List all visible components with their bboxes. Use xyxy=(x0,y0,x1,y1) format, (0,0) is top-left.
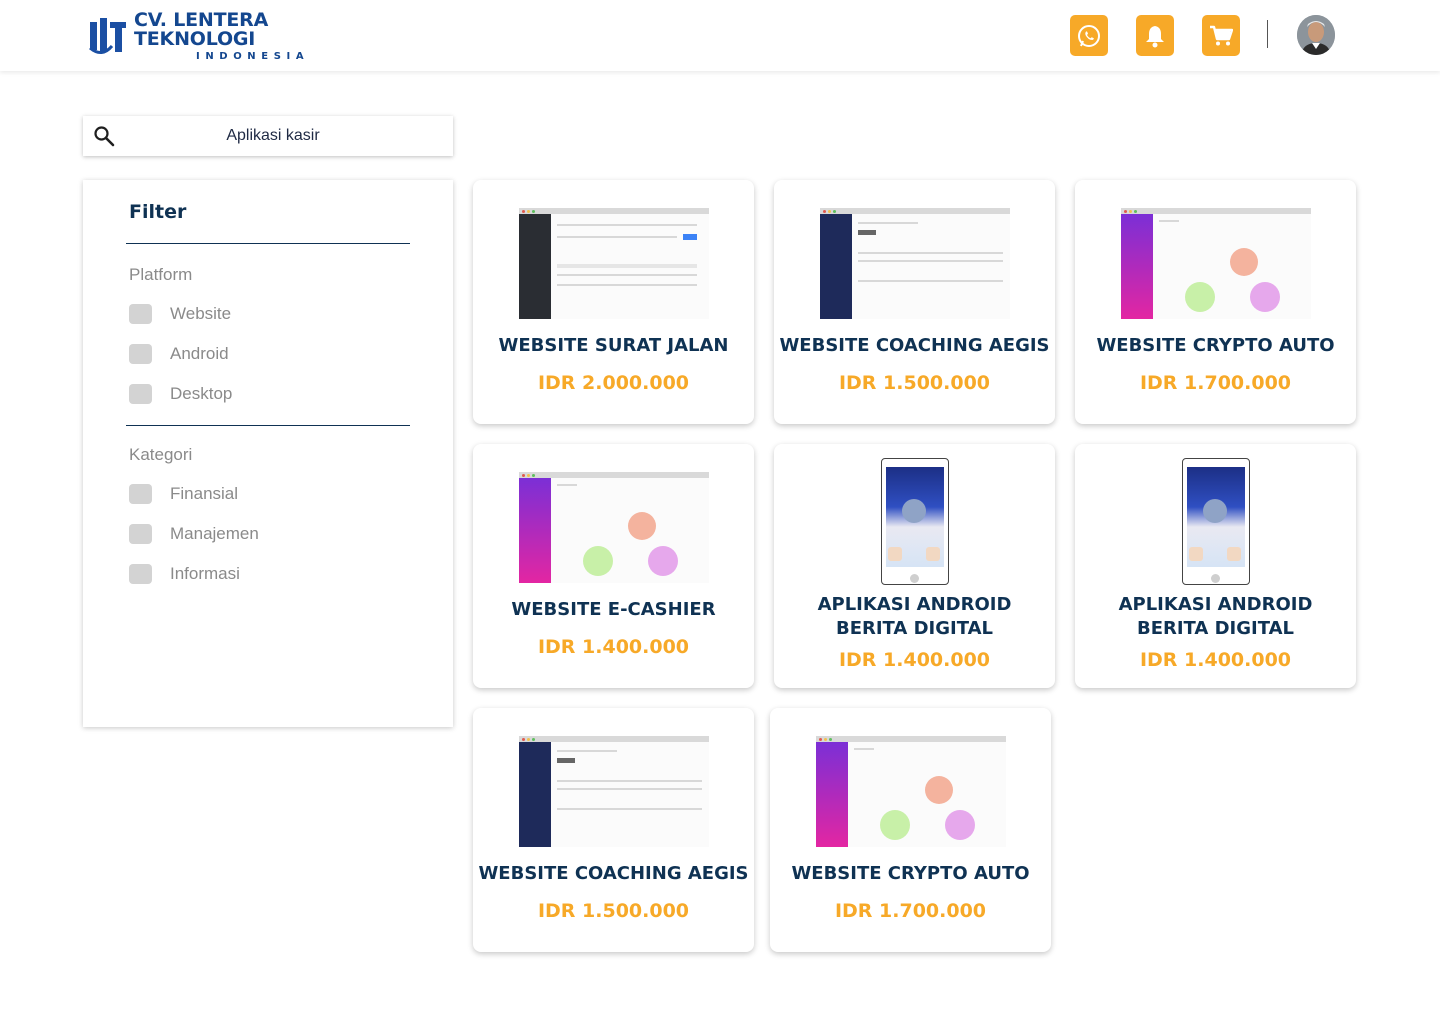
search-input[interactable] xyxy=(123,116,413,156)
company-logo[interactable]: CV. LENTERA TEKNOLOGI INDONESIA xyxy=(88,8,368,61)
filter-divider xyxy=(126,243,410,244)
filter-panel: Filter Platform Website Android Desktop … xyxy=(83,180,453,727)
filter-option-website[interactable]: Website xyxy=(129,303,231,325)
product-card[interactable]: WEBSITE COACHING AEGIS IDR 1.500.000 xyxy=(473,708,754,952)
option-label: Manajemen xyxy=(170,524,259,543)
product-thumbnail xyxy=(1121,208,1311,319)
option-label: Informasi xyxy=(170,564,240,583)
product-card[interactable]: APLIKASI ANDROID BERITA DIGITAL IDR 1.40… xyxy=(1075,444,1356,688)
category-heading: Kategori xyxy=(129,445,193,464)
product-title: WEBSITE COACHING AEGIS xyxy=(478,863,749,884)
search-bar xyxy=(83,116,453,156)
product-title: WEBSITE E-CASHIER xyxy=(511,599,716,620)
filter-option-android[interactable]: Android xyxy=(129,343,229,365)
product-thumbnail xyxy=(519,472,709,583)
product-thumbnail xyxy=(816,736,1006,847)
product-title: WEBSITE CRYPTO AUTO xyxy=(791,863,1030,884)
company-subtitle: INDONESIA xyxy=(196,50,310,62)
cart-button[interactable] xyxy=(1202,15,1240,56)
checkbox[interactable] xyxy=(129,524,152,544)
option-label: Android xyxy=(170,344,229,363)
logo-mark-icon xyxy=(88,16,128,56)
option-label: Finansial xyxy=(170,484,239,503)
product-thumbnail xyxy=(519,736,709,847)
product-title: WEBSITE CRYPTO AUTO xyxy=(1096,335,1335,356)
filter-divider xyxy=(126,425,410,426)
top-header: CV. LENTERA TEKNOLOGI INDONESIA xyxy=(0,0,1440,71)
product-price: IDR 1.400.000 xyxy=(838,649,991,671)
filter-title: Filter xyxy=(129,201,187,223)
product-card[interactable]: WEBSITE CRYPTO AUTO IDR 1.700.000 xyxy=(770,708,1051,952)
filter-option-finansial[interactable]: Finansial xyxy=(129,483,238,505)
product-thumbnail xyxy=(519,208,709,319)
product-card[interactable]: WEBSITE CRYPTO AUTO IDR 1.700.000 xyxy=(1075,180,1356,424)
checkbox[interactable] xyxy=(129,344,152,364)
product-title-line1: APLIKASI ANDROID xyxy=(1118,594,1313,615)
product-card[interactable]: WEBSITE SURAT JALAN IDR 2.000.000 xyxy=(473,180,754,424)
product-card[interactable]: WEBSITE E-CASHIER IDR 1.400.000 xyxy=(473,444,754,688)
option-label: Website xyxy=(170,304,232,323)
option-label: Desktop xyxy=(170,384,233,403)
filter-option-informasi[interactable]: Informasi xyxy=(129,563,240,585)
product-title-line1: APLIKASI ANDROID xyxy=(817,594,1012,615)
checkbox[interactable] xyxy=(129,484,152,504)
product-price: IDR 1.700.000 xyxy=(834,900,987,922)
search-icon[interactable] xyxy=(93,125,115,147)
product-thumbnail xyxy=(1182,458,1250,585)
header-divider xyxy=(1267,20,1268,48)
platform-heading: Platform xyxy=(129,265,193,284)
product-thumbnail xyxy=(820,208,1010,319)
product-thumbnail xyxy=(881,458,949,585)
product-price: IDR 1.400.000 xyxy=(537,636,690,658)
filter-option-manajemen[interactable]: Manajemen xyxy=(129,523,259,545)
product-card[interactable]: APLIKASI ANDROID BERITA DIGITAL IDR 1.40… xyxy=(774,444,1055,688)
product-price: IDR 2.000.000 xyxy=(537,372,690,394)
user-avatar[interactable] xyxy=(1297,15,1335,55)
product-price: IDR 1.500.000 xyxy=(537,900,690,922)
whatsapp-button[interactable] xyxy=(1070,15,1108,56)
product-title-line2: BERITA DIGITAL xyxy=(835,618,994,639)
company-name: CV. LENTERA TEKNOLOGI xyxy=(134,8,269,50)
product-title-line2: BERITA DIGITAL xyxy=(1136,618,1295,639)
filter-option-desktop[interactable]: Desktop xyxy=(129,383,232,405)
product-title: WEBSITE COACHING AEGIS xyxy=(779,335,1050,356)
cart-icon xyxy=(1210,25,1233,45)
product-card[interactable]: WEBSITE COACHING AEGIS IDR 1.500.000 xyxy=(774,180,1055,424)
product-price: IDR 1.700.000 xyxy=(1139,372,1292,394)
checkbox[interactable] xyxy=(129,564,152,584)
product-price: IDR 1.500.000 xyxy=(838,372,991,394)
checkbox[interactable] xyxy=(129,304,152,324)
product-title: WEBSITE SURAT JALAN xyxy=(498,335,729,356)
product-price: IDR 1.400.000 xyxy=(1139,649,1292,671)
bell-icon xyxy=(1146,25,1164,47)
notification-button[interactable] xyxy=(1136,15,1174,56)
checkbox[interactable] xyxy=(129,384,152,404)
whatsapp-icon xyxy=(1078,24,1100,47)
